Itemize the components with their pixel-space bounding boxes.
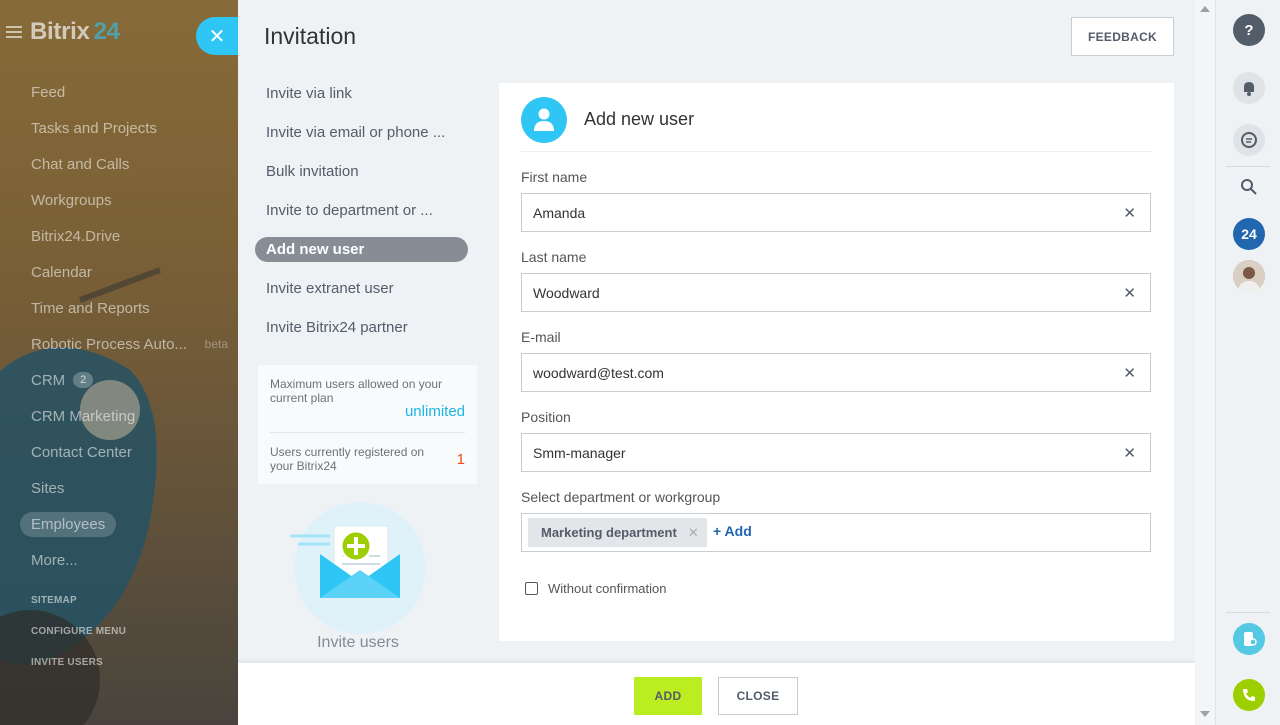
sidebar-item-workgroups[interactable]: Workgroups	[20, 182, 230, 218]
sidebar-item-feed[interactable]: Feed	[20, 74, 230, 110]
sidebar-item-employees[interactable]: Employees	[20, 506, 230, 542]
page-title: Invitation	[264, 23, 357, 49]
without-confirmation-label: Without confirmation	[548, 581, 667, 596]
right-rail: ? 24	[1215, 0, 1280, 725]
position-field-wrap: ✕	[521, 433, 1151, 472]
remove-tag-icon[interactable]: ✕	[688, 525, 699, 541]
nav-invite-via-email[interactable]: Invite via email or phone ...	[254, 113, 468, 152]
divider	[1226, 166, 1270, 167]
configure-menu-link[interactable]: CONFIGURE MENU	[31, 625, 126, 656]
sidebar-item-contact-center[interactable]: Contact Center	[20, 434, 230, 470]
clear-icon[interactable]: ✕	[1123, 204, 1136, 222]
sitemap-link[interactable]: SITEMAP	[31, 594, 126, 625]
position-label: Position	[521, 409, 571, 425]
form-header: Add new user	[521, 97, 1152, 152]
clear-icon[interactable]: ✕	[1123, 364, 1136, 382]
last-name-input[interactable]	[522, 274, 1102, 311]
department-selector[interactable]: Marketing department ✕ + Add	[521, 513, 1151, 552]
scroll-down-icon[interactable]	[1200, 711, 1210, 717]
close-button[interactable]: CLOSE	[718, 677, 798, 715]
bitrix24-chat-avatar[interactable]: 24	[1233, 218, 1265, 250]
max-users-value: unlimited	[404, 403, 465, 420]
add-button[interactable]: ADD	[634, 677, 702, 715]
first-name-field-wrap: ✕	[521, 193, 1151, 232]
nav-invite-partner[interactable]: Invite Bitrix24 partner	[254, 308, 468, 347]
sidebar-item-crm[interactable]: CRM 2	[20, 362, 230, 398]
sidebar-item-crm-marketing[interactable]: CRM Marketing	[20, 398, 230, 434]
nav-invite-to-department[interactable]: Invite to department or ...	[254, 191, 468, 230]
without-confirmation-checkbox[interactable]	[525, 582, 538, 595]
phone-icon[interactable]	[1233, 679, 1265, 711]
nav-add-new-user[interactable]: Add new user	[254, 230, 468, 269]
invite-users-link[interactable]: INVITE USERS	[31, 656, 126, 687]
search-icon[interactable]	[1233, 171, 1265, 203]
nav-invite-extranet[interactable]: Invite extranet user	[254, 269, 468, 308]
without-confirmation-row[interactable]: Without confirmation	[525, 581, 667, 596]
sidebar-bottom-links: SITEMAP CONFIGURE MENU INVITE USERS	[31, 594, 126, 687]
clear-icon[interactable]: ✕	[1123, 284, 1136, 302]
email-input[interactable]	[522, 354, 1102, 391]
menu-icon[interactable]	[6, 26, 22, 38]
telephony-icon[interactable]	[1233, 623, 1265, 655]
invitation-nav: Invite via link Invite via email or phon…	[254, 74, 468, 347]
sidebar-item-time-reports[interactable]: Time and Reports	[20, 290, 230, 326]
crm-counter-badge: 2	[73, 372, 94, 388]
feedback-button[interactable]: FEEDBACK	[1071, 17, 1174, 56]
help-icon[interactable]: ?	[1233, 14, 1265, 46]
divider	[1226, 612, 1270, 613]
add-user-form: Add new user First name ✕ Last name ✕ E-…	[499, 83, 1174, 641]
close-slider-button[interactable]: ✕	[196, 17, 238, 55]
sidebar-item-chat[interactable]: Chat and Calls	[20, 146, 230, 182]
department-label: Select department or workgroup	[521, 489, 721, 505]
department-tag: Marketing department ✕	[528, 518, 707, 547]
form-title: Add new user	[584, 109, 695, 129]
sidebar-nav: Feed Tasks and Projects Chat and Calls W…	[20, 74, 230, 578]
footer-bar: ADD CLOSE	[238, 662, 1195, 725]
nav-bulk-invitation[interactable]: Bulk invitation	[254, 152, 468, 191]
sidebar-item-calendar[interactable]: Calendar	[20, 254, 230, 290]
sidebar-item-drive[interactable]: Bitrix24.Drive	[20, 218, 230, 254]
plan-info-box: Maximum users allowed on your current pl…	[258, 365, 477, 484]
sidebar-header: Bitrix 24	[6, 18, 120, 46]
email-field-wrap: ✕	[521, 353, 1151, 392]
logo[interactable]: Bitrix 24	[30, 18, 120, 46]
invite-users-caption: Invite users	[317, 634, 399, 651]
invite-envelope-icon	[290, 502, 426, 634]
first-name-label: First name	[521, 169, 588, 185]
sidebar-item-sites[interactable]: Sites	[20, 470, 230, 506]
user-avatar[interactable]	[1233, 260, 1265, 292]
invitation-panel: Invitation FEEDBACK Invite via link Invi…	[238, 0, 1195, 725]
first-name-input[interactable]	[522, 194, 1102, 231]
clear-icon[interactable]: ✕	[1123, 444, 1136, 462]
position-input[interactable]	[522, 434, 1102, 471]
user-icon	[521, 97, 567, 143]
nav-invite-via-link[interactable]: Invite via link	[254, 74, 468, 113]
sidebar-item-more[interactable]: More...	[20, 542, 230, 578]
registered-users-value: 1	[456, 451, 465, 468]
divider	[270, 432, 465, 433]
last-name-field-wrap: ✕	[521, 273, 1151, 312]
close-icon: ✕	[208, 25, 226, 48]
sidebar-item-tasks[interactable]: Tasks and Projects	[20, 110, 230, 146]
chat-icon[interactable]	[1233, 124, 1265, 156]
add-department-link[interactable]: + Add	[713, 523, 752, 539]
registered-users-label: Users currently registered on your Bitri…	[270, 445, 425, 473]
email-label: E-mail	[521, 329, 561, 345]
left-sidebar: Bitrix 24 Feed Tasks and Projects Chat an…	[0, 0, 238, 725]
max-users-label: Maximum users allowed on your current pl…	[270, 377, 443, 405]
sidebar-item-rpa[interactable]: Robotic Process Auto... beta	[20, 326, 230, 362]
last-name-label: Last name	[521, 249, 587, 265]
beta-badge: beta	[204, 337, 228, 351]
notifications-icon[interactable]	[1233, 72, 1265, 104]
scrollbar[interactable]	[1195, 0, 1215, 725]
scroll-up-icon[interactable]	[1200, 6, 1210, 12]
